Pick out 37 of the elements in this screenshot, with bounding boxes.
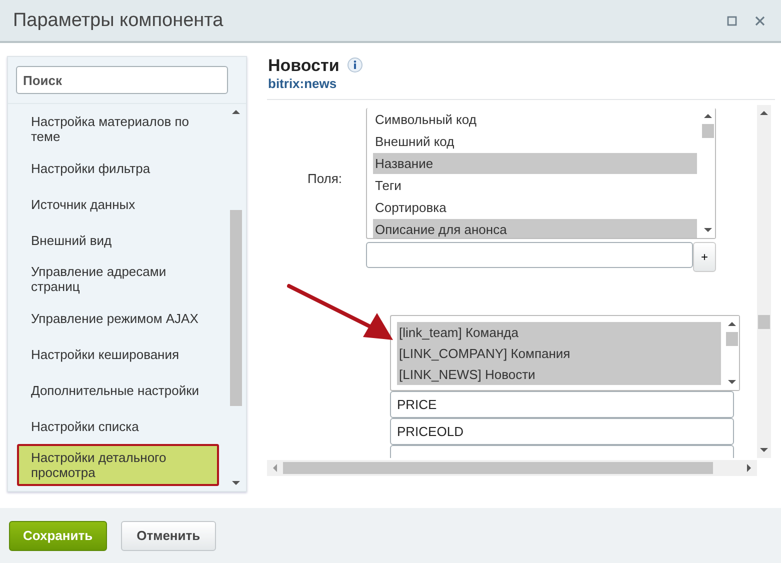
sidebar-item[interactable]: Управление режимом AJAX	[17, 300, 219, 336]
list-option[interactable]: Теги	[373, 175, 697, 196]
multi-select-list[interactable]: [link_team] Команда [LINK_COMPANY] Компания [LINK_NEWS] Новости	[390, 315, 740, 391]
list-option[interactable]: [LINK_NEWS] Новости	[397, 364, 721, 385]
list-option[interactable]: Сортировка	[373, 197, 697, 218]
sidebar-item[interactable]: Внешний вид	[17, 222, 219, 258]
sidebar-item[interactable]: Дополнительные настройки	[17, 372, 219, 408]
list-option[interactable]: [LINK_COMPANY] Компания	[397, 343, 721, 364]
list-option[interactable]: Описание для анонса	[373, 219, 697, 238]
sidebar-item[interactable]: Настройки детального просмотра	[17, 444, 219, 486]
add-button[interactable]: +	[693, 242, 716, 272]
text-input[interactable]: PRICEOLD	[390, 418, 734, 445]
window-title: Параметры компонента	[13, 10, 224, 32]
component-title: Новости	[268, 56, 340, 76]
list-option[interactable]: [link_team] Команда	[397, 322, 721, 343]
field-label: Поля:	[306, 171, 342, 188]
text-input[interactable]	[366, 242, 694, 268]
scrollbar[interactable]	[725, 316, 739, 390]
scrollbar[interactable]	[267, 460, 757, 476]
sidebar-item[interactable]: Источник данных	[17, 186, 219, 222]
sidebar-item[interactable]: Настройки кеширования	[17, 336, 219, 372]
text-input[interactable]: PRICE	[390, 391, 734, 418]
cancel-button[interactable]: Отменить	[120, 520, 216, 550]
sidebar-item[interactable]: Настройки списка	[17, 408, 219, 444]
scrollbar[interactable]	[757, 105, 771, 458]
list-option[interactable]: Внешний код	[373, 131, 697, 152]
sidebar-item[interactable]: Управление адресами страниц	[17, 258, 219, 300]
info-icon[interactable]	[347, 56, 364, 76]
multi-select-list[interactable]: Символьный код Внешний код Название Теги Сортировка Описание для анонса	[366, 108, 716, 239]
close-icon[interactable]	[755, 16, 765, 26]
list-option[interactable]: Символьный код	[373, 109, 697, 130]
sidebar-item[interactable]: Настройка материалов по теме	[17, 108, 219, 150]
search-field[interactable]: Поиск	[16, 66, 228, 94]
maximize-icon[interactable]	[727, 16, 737, 26]
sidebar-item[interactable]: Настройки фильтра	[17, 150, 219, 186]
list-option[interactable]: Название	[373, 153, 697, 174]
component-code: bitrix:news	[268, 76, 338, 91]
